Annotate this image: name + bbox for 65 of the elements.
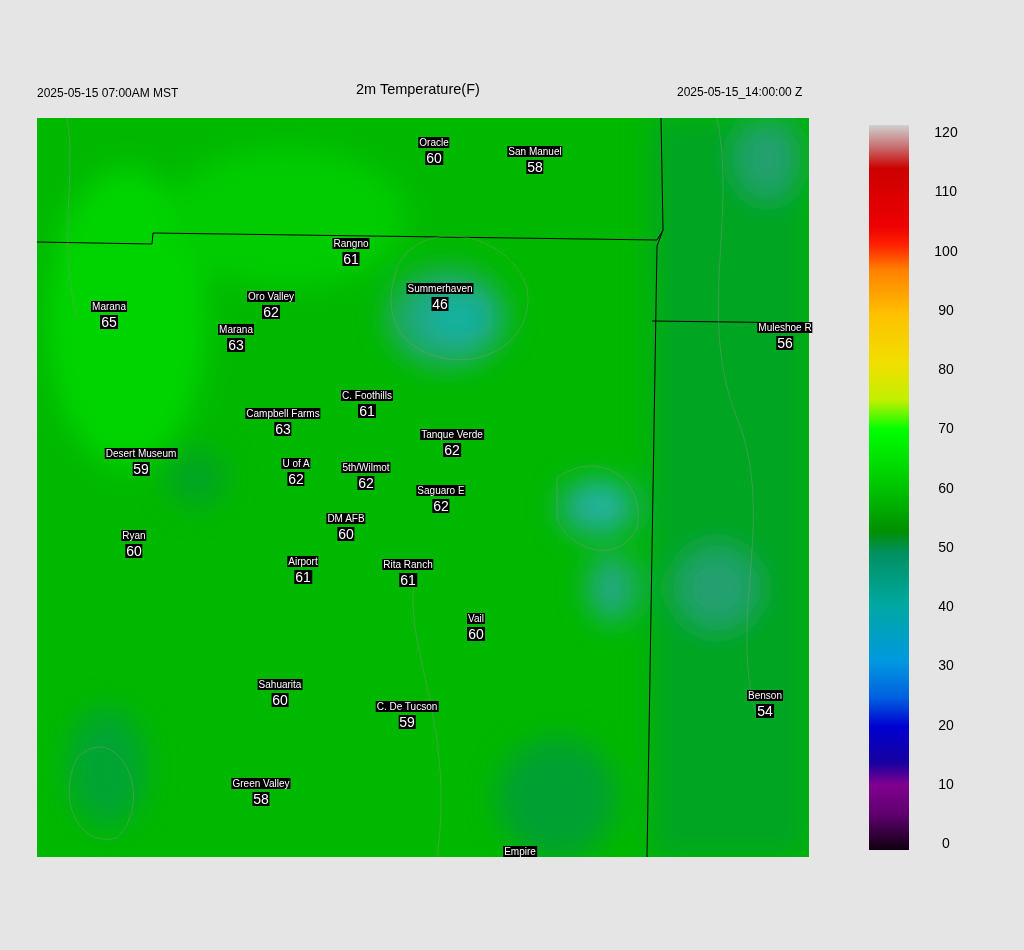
temperature-value: 59 <box>132 462 150 476</box>
station-name: DM AFB <box>326 513 366 524</box>
temperature-value: 46 <box>431 297 449 311</box>
station-name: Benson <box>747 690 783 701</box>
station-name: Airport <box>287 556 319 567</box>
station-name: C. Foothills <box>341 390 393 401</box>
temperature-value: 62 <box>432 499 450 513</box>
temperature-value: 60 <box>425 151 443 165</box>
station-name: Desert Museum <box>104 448 178 459</box>
temperature-value: 61 <box>358 404 376 418</box>
scale-tick-label: 0 <box>941 836 951 850</box>
scale-tick-label: 10 <box>937 776 955 791</box>
scale-tick-label: 80 <box>937 362 955 376</box>
station-name: Oro Valley <box>247 291 295 302</box>
station-name: Sahuarita <box>257 679 303 690</box>
temperature-value: 62 <box>287 472 305 486</box>
temperature-value: 54 <box>756 704 774 718</box>
station-name: Tanque Verde <box>420 429 484 440</box>
temperature-value: 60 <box>125 544 143 558</box>
station-name: Rita Ranch <box>382 559 434 570</box>
temperature-value: 65 <box>100 315 118 329</box>
scale-tick-label: 50 <box>937 539 955 554</box>
scale-tick-label: 20 <box>937 717 955 732</box>
temperature-value: 61 <box>294 570 312 584</box>
scale-tick-label: 70 <box>937 421 955 436</box>
station-name: U of A <box>281 458 311 469</box>
station-name: Oracle <box>418 137 450 148</box>
utc-time: 2025-05-15_14:00:00 Z <box>677 85 803 101</box>
temperature-value: 60 <box>271 693 289 707</box>
temperature-value: 61 <box>399 573 417 587</box>
temperature-value: 61 <box>342 252 360 266</box>
station-name: Empire <box>503 846 537 857</box>
temperature-value: 59 <box>398 715 416 729</box>
station-name: 5th/Wilmot <box>341 462 391 473</box>
chart-title: 2m Temperature(F) <box>356 81 481 99</box>
station-name: Summerhaven <box>406 283 474 294</box>
temperature-value: 58 <box>526 160 544 174</box>
scale-tick-label: 110 <box>933 184 959 199</box>
temperature-value: 58 <box>252 792 270 806</box>
station-name: Vail <box>467 613 485 624</box>
temperature-value: 63 <box>227 338 245 352</box>
station-name: Marana <box>91 301 127 312</box>
station-name: Green Valley <box>231 778 291 789</box>
station-name: Campbell Farms <box>245 408 321 419</box>
station-name: San Manuel <box>507 146 563 157</box>
temperature-value: 60 <box>337 527 355 541</box>
scale-tick-label: 100 <box>933 243 959 258</box>
scale-tick-label: 90 <box>937 302 955 317</box>
station-name: Marana <box>218 324 254 335</box>
station-name: C. De Tucson <box>375 701 439 712</box>
temperature-value: 62 <box>262 305 280 319</box>
scale-tick-label: 30 <box>937 658 955 673</box>
scale-tick-label: 40 <box>937 599 955 613</box>
station-name: Ryan <box>121 530 147 541</box>
temperature-value: 60 <box>467 627 485 641</box>
temperature-value: 62 <box>357 476 375 490</box>
scale-tick-label: 60 <box>937 480 955 495</box>
temperature-value: 63 <box>274 422 292 436</box>
local-time: 2025-05-15 07:00AM MST <box>37 86 180 102</box>
temperature-value: 56 <box>776 336 794 350</box>
station-name: Saguaro E <box>416 485 466 496</box>
station-name: Muleshoe R <box>757 322 813 333</box>
temperature-value: 62 <box>443 443 461 457</box>
scale-tick-label: 120 <box>933 125 959 139</box>
station-name: Rangno <box>332 238 370 249</box>
